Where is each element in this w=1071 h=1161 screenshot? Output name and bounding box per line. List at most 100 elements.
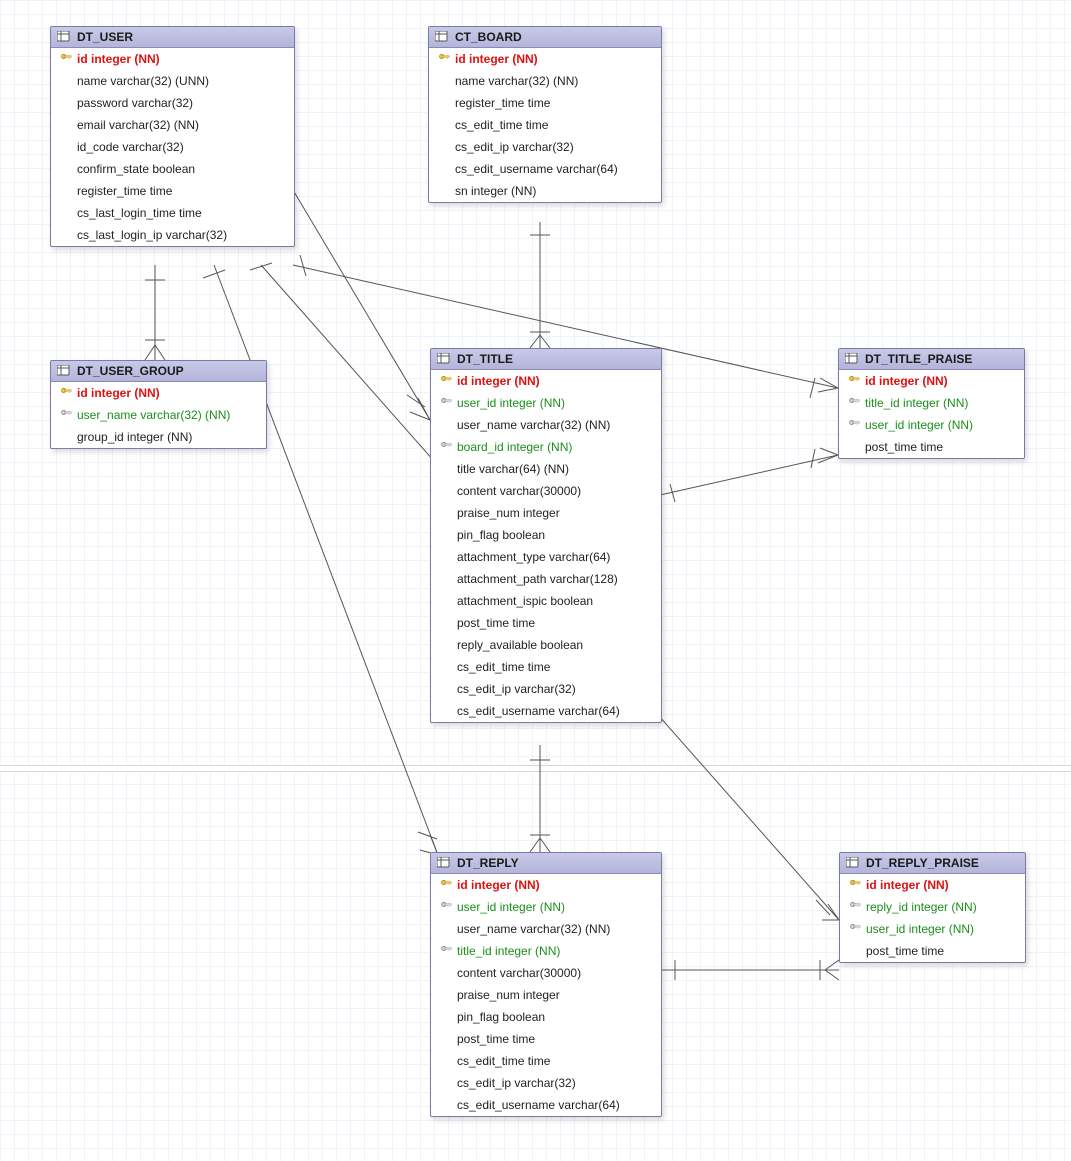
column-row[interactable]: id integer (NN) — [51, 48, 294, 70]
column-row[interactable]: post_time time — [839, 436, 1024, 458]
column-row[interactable]: post_time time — [431, 612, 661, 634]
table-icon — [435, 31, 449, 43]
column-text: reply_available boolean — [457, 638, 583, 652]
column-row[interactable]: attachment_ispic boolean — [431, 590, 661, 612]
entity-header[interactable]: DT_TITLE_PRAISE — [839, 349, 1024, 370]
column-row[interactable]: cs_edit_ip varchar(32) — [429, 136, 661, 158]
column-row[interactable]: attachment_path varchar(128) — [431, 568, 661, 590]
column-text: sn integer (NN) — [455, 184, 536, 198]
column-row[interactable]: cs_edit_ip varchar(32) — [431, 1072, 661, 1094]
column-row[interactable]: user_name varchar(32) (NN) — [431, 918, 661, 940]
column-row[interactable]: id integer (NN) — [431, 874, 661, 896]
entity-header[interactable]: DT_REPLY_PRAISE — [840, 853, 1025, 874]
column-row[interactable]: reply_available boolean — [431, 634, 661, 656]
entity-title: DT_REPLY_PRAISE — [866, 856, 979, 870]
column-row[interactable]: pin_flag boolean — [431, 1006, 661, 1028]
column-text: group_id integer (NN) — [77, 430, 192, 444]
fk-key-icon — [57, 410, 77, 420]
column-row[interactable]: user_id integer (NN) — [431, 896, 661, 918]
column-text: cs_edit_username varchar(64) — [457, 1098, 620, 1112]
column-text: register_time time — [455, 96, 550, 110]
column-row[interactable]: post_time time — [431, 1028, 661, 1050]
entity-header[interactable]: DT_USER_GROUP — [51, 361, 266, 382]
column-row[interactable]: board_id integer (NN) — [431, 436, 661, 458]
column-row[interactable]: praise_num integer — [431, 984, 661, 1006]
column-row[interactable]: user_id integer (NN) — [840, 918, 1025, 940]
column-text: post_time time — [457, 616, 535, 630]
column-row[interactable]: cs_edit_username varchar(64) — [431, 700, 661, 722]
column-row[interactable]: content varchar(30000) — [431, 480, 661, 502]
column-text: cs_edit_time time — [457, 1054, 550, 1068]
column-text: pin_flag boolean — [457, 528, 545, 542]
column-row[interactable]: name varchar(32) (NN) — [429, 70, 661, 92]
column-row[interactable]: cs_last_login_ip varchar(32) — [51, 224, 294, 246]
column-text: cs_last_login_ip varchar(32) — [77, 228, 227, 242]
entity-dt-user[interactable]: DT_USERid integer (NN)name varchar(32) (… — [50, 26, 295, 247]
entity-header[interactable]: DT_REPLY — [431, 853, 661, 874]
column-text: content varchar(30000) — [457, 966, 581, 980]
table-icon — [846, 857, 860, 869]
column-text: cs_edit_username varchar(64) — [455, 162, 618, 176]
entity-ct-board[interactable]: CT_BOARDid integer (NN) name varchar(32) … — [428, 26, 662, 203]
column-row[interactable]: cs_edit_time time — [429, 114, 661, 136]
column-row[interactable]: user_name varchar(32) (NN) — [431, 414, 661, 436]
column-row[interactable]: id integer (NN) — [429, 48, 661, 70]
column-text: post_time time — [865, 440, 943, 454]
entity-dt-reply[interactable]: DT_REPLYid integer (NN) user_id integer (… — [430, 852, 662, 1117]
horizontal-splitter[interactable] — [0, 765, 1071, 772]
column-text: user_id integer (NN) — [866, 922, 974, 936]
column-row[interactable]: cs_edit_username varchar(64) — [431, 1094, 661, 1116]
column-text: register_time time — [77, 184, 172, 198]
column-row[interactable]: attachment_type varchar(64) — [431, 546, 661, 568]
column-row[interactable]: user_name varchar(32) (NN) — [51, 404, 266, 426]
column-text: id integer (NN) — [455, 52, 538, 66]
column-row[interactable]: email varchar(32) (NN) — [51, 114, 294, 136]
entity-dt-title-praise[interactable]: DT_TITLE_PRAISEid integer (NN)title_id i… — [838, 348, 1025, 459]
column-row[interactable]: register_time time — [429, 92, 661, 114]
entity-dt-reply-praise[interactable]: DT_REPLY_PRAISEid integer (NN)reply_id i… — [839, 852, 1026, 963]
entity-header[interactable]: DT_USER — [51, 27, 294, 48]
entity-header[interactable]: DT_TITLE — [431, 349, 661, 370]
column-text: praise_num integer — [457, 988, 560, 1002]
column-row[interactable]: cs_edit_ip varchar(32) — [431, 678, 661, 700]
column-row[interactable]: sn integer (NN) — [429, 180, 661, 202]
column-row[interactable]: user_id integer (NN) — [839, 414, 1024, 436]
column-row[interactable]: title_id integer (NN) — [431, 940, 661, 962]
column-row[interactable]: id integer (NN) — [840, 874, 1025, 896]
column-row[interactable]: password varchar(32) — [51, 92, 294, 114]
column-text: praise_num integer — [457, 506, 560, 520]
column-text: cs_edit_ip varchar(32) — [455, 140, 574, 154]
column-row[interactable]: reply_id integer (NN) — [840, 896, 1025, 918]
column-row[interactable]: cs_edit_username varchar(64) — [429, 158, 661, 180]
fk-key-icon — [845, 398, 865, 408]
column-row[interactable]: content varchar(30000) — [431, 962, 661, 984]
column-row[interactable]: register_time time — [51, 180, 294, 202]
column-row[interactable]: cs_edit_time time — [431, 656, 661, 678]
column-text: id integer (NN) — [457, 374, 540, 388]
column-row[interactable]: id integer (NN) — [51, 382, 266, 404]
column-row[interactable]: id integer (NN) — [431, 370, 661, 392]
column-row[interactable]: cs_edit_time time — [431, 1050, 661, 1072]
column-text: cs_edit_username varchar(64) — [457, 704, 620, 718]
column-text: password varchar(32) — [77, 96, 193, 110]
column-row[interactable]: praise_num integer — [431, 502, 661, 524]
column-row[interactable]: title_id integer (NN) — [839, 392, 1024, 414]
entity-dt-title[interactable]: DT_TITLEid integer (NN) user_id integer (… — [430, 348, 662, 723]
column-row[interactable]: confirm_state boolean — [51, 158, 294, 180]
column-text: cs_edit_ip varchar(32) — [457, 682, 576, 696]
column-row[interactable]: group_id integer (NN) — [51, 426, 266, 448]
entity-header[interactable]: CT_BOARD — [429, 27, 661, 48]
column-row[interactable]: cs_last_login_time time — [51, 202, 294, 224]
column-row[interactable]: name varchar(32) (UNN) — [51, 70, 294, 92]
column-row[interactable]: pin_flag boolean — [431, 524, 661, 546]
pk-key-icon — [57, 54, 77, 64]
pk-key-icon — [435, 54, 455, 64]
column-text: id integer (NN) — [457, 878, 540, 892]
column-text: user_name varchar(32) (NN) — [77, 408, 230, 422]
column-row[interactable]: post_time time — [840, 940, 1025, 962]
column-row[interactable]: id_code varchar(32) — [51, 136, 294, 158]
column-row[interactable]: user_id integer (NN) — [431, 392, 661, 414]
entity-dt-user-group[interactable]: DT_USER_GROUPid integer (NN) user_name va… — [50, 360, 267, 449]
column-row[interactable]: id integer (NN) — [839, 370, 1024, 392]
column-row[interactable]: title varchar(64) (NN) — [431, 458, 661, 480]
